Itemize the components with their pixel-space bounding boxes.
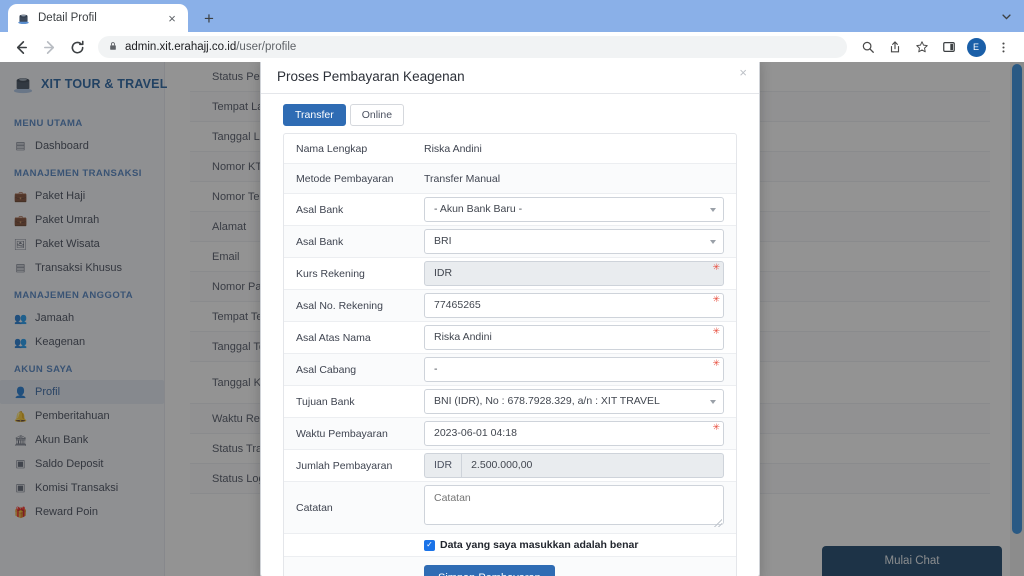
lock-icon — [108, 38, 118, 56]
chevron-down-icon[interactable] — [992, 3, 1020, 29]
field-label: Asal No. Rekening — [296, 299, 383, 312]
waktu-pembayaran-input[interactable]: 2023-06-01 04:18 — [424, 421, 724, 446]
confirm-checkbox-row[interactable]: ✓ Data yang saya masukkan adalah benar — [284, 534, 736, 557]
field-label: Kurs Rekening — [296, 267, 365, 280]
field-row-asal-cabang: Asal Cabang - ✳ — [284, 354, 736, 386]
asal-cabang-input[interactable]: - — [424, 357, 724, 382]
payment-method-tabs: Transfer Online — [283, 104, 737, 126]
required-indicator: ✳ — [712, 294, 720, 304]
tab-transfer[interactable]: Transfer — [283, 104, 346, 126]
field-label: Asal Atas Nama — [296, 331, 371, 344]
tab-online[interactable]: Online — [349, 104, 405, 126]
address-bar[interactable]: admin.xit.erahajj.co.id/user/profile — [98, 36, 847, 58]
field-control: 2023-06-01 04:18 ✳ — [424, 421, 724, 446]
page-viewport: XIT TOUR & TRAVEL MENU UTAMA ▤ Dashboard… — [0, 62, 1024, 576]
field-label: Nama Lengkap — [296, 142, 368, 155]
payment-modal: Proses Pembayaran Keagenan × Transfer On… — [260, 62, 760, 576]
field-label: Tujuan Bank — [296, 395, 355, 408]
field-row-asal-bank: Asal Bank BRI — [284, 226, 736, 258]
modal-body: Transfer Online Nama Lengkap Riska Andin… — [261, 94, 759, 576]
close-icon[interactable]: × — [164, 10, 180, 26]
field-row-jumlah-pembayaran: Jumlah Pembayaran IDR 2.500.000,00 — [284, 450, 736, 482]
field-row-metode-pembayaran: Metode Pembayaran Transfer Manual — [284, 164, 736, 194]
field-control: IDR 2.500.000,00 — [424, 453, 724, 478]
tujuan-bank-select[interactable]: BNI (IDR), No : 678.7928.329, a/n : XIT … — [424, 389, 724, 414]
field-control: 77465265 ✳ — [424, 293, 724, 318]
catatan-textarea[interactable] — [424, 485, 724, 525]
browser-window: Detail Profil × + admin.xit.erahajj.co.i… — [0, 0, 1024, 576]
chevron-down-icon — [710, 399, 716, 404]
payment-form: Nama Lengkap Riska Andini Metode Pembaya… — [283, 133, 737, 576]
catatan-wrap — [424, 485, 724, 529]
reload-icon[interactable] — [64, 34, 90, 60]
field-control: IDR ✳ — [424, 261, 724, 286]
field-label: Waktu Pembayaran — [296, 427, 388, 440]
currency-addon: IDR — [424, 453, 462, 478]
required-indicator: ✳ — [712, 358, 720, 368]
browser-toolbar: admin.xit.erahajj.co.id/user/profile E — [0, 32, 1024, 62]
field-value: Transfer Manual — [424, 172, 501, 185]
url-domain: admin.xit.erahajj.co.id — [125, 41, 237, 53]
field-control — [424, 485, 724, 530]
field-label: Asal Bank — [296, 203, 344, 216]
url-path: /user/profile — [236, 41, 297, 53]
field-control: - ✳ — [424, 357, 724, 382]
browser-tab[interactable]: Detail Profil × — [8, 4, 188, 32]
field-control: BRI — [424, 229, 724, 254]
field-label: Asal Cabang — [296, 363, 357, 376]
modal-header: Proses Pembayaran Keagenan × — [261, 62, 759, 94]
field-control: BNI (IDR), No : 678.7928.329, a/n : XIT … — [424, 389, 724, 414]
field-value: Riska Andini — [424, 142, 482, 155]
side-panel-icon[interactable] — [936, 34, 962, 60]
field-row-waktu-pembayaran: Waktu Pembayaran 2023-06-01 04:18 ✳ — [284, 418, 736, 450]
modal-title: Proses Pembayaran Keagenan — [277, 68, 465, 84]
required-indicator: ✳ — [712, 422, 720, 432]
zoom-icon[interactable] — [855, 34, 881, 60]
forward-icon[interactable] — [36, 34, 62, 60]
field-row-nama-lengkap: Nama Lengkap Riska Andini — [284, 134, 736, 164]
asal-bank-select[interactable]: BRI — [424, 229, 724, 254]
required-indicator: ✳ — [712, 326, 720, 336]
close-icon[interactable]: × — [739, 66, 747, 79]
asal-no-rekening-input[interactable]: 77465265 — [424, 293, 724, 318]
field-label: Catatan — [296, 501, 333, 514]
field-label: Jumlah Pembayaran — [296, 459, 393, 472]
confirm-checkbox-label: Data yang saya masukkan adalah benar — [440, 539, 639, 551]
browser-tab-title: Detail Profil — [38, 12, 97, 24]
submit-row: Simpan Pembayaran — [284, 557, 736, 576]
avatar: E — [966, 37, 986, 57]
chevron-down-icon — [710, 239, 716, 244]
address-bar-text: admin.xit.erahajj.co.id/user/profile — [125, 41, 296, 53]
confirm-checkbox[interactable]: ✓ — [424, 539, 435, 551]
share-icon[interactable] — [882, 34, 908, 60]
page-favicon-icon — [16, 11, 31, 26]
new-tab-button[interactable]: + — [196, 5, 222, 31]
kurs-rekening-input: IDR — [424, 261, 724, 286]
jumlah-pembayaran-input: 2.500.000,00 — [461, 453, 724, 478]
field-control: Riska Andini ✳ — [424, 325, 724, 350]
bookmark-star-icon[interactable] — [909, 34, 935, 60]
field-row-kurs-rekening: Kurs Rekening IDR ✳ — [284, 258, 736, 290]
field-row-catatan: Catatan — [284, 482, 736, 534]
resize-grip-icon[interactable] — [714, 519, 722, 527]
field-row-tujuan-bank: Tujuan Bank BNI (IDR), No : 678.7928.329… — [284, 386, 736, 418]
kebab-menu-icon[interactable] — [990, 34, 1016, 60]
field-control: - Akun Bank Baru - — [424, 197, 724, 222]
field-row-asal-no-rekening: Asal No. Rekening 77465265 ✳ — [284, 290, 736, 322]
back-icon[interactable] — [8, 34, 34, 60]
field-label: Metode Pembayaran — [296, 172, 394, 185]
asal-bank-akun-select[interactable]: - Akun Bank Baru - — [424, 197, 724, 222]
field-row-asal-bank-akun: Asal Bank - Akun Bank Baru - — [284, 194, 736, 226]
field-label: Asal Bank — [296, 235, 344, 248]
required-indicator: ✳ — [712, 262, 720, 272]
simpan-pembayaran-button[interactable]: Simpan Pembayaran — [424, 565, 555, 576]
field-row-asal-atas-nama: Asal Atas Nama Riska Andini ✳ — [284, 322, 736, 354]
jumlah-pembayaran-group: IDR 2.500.000,00 — [424, 453, 724, 478]
toolbar-actions: E — [855, 34, 1016, 60]
chevron-down-icon — [710, 207, 716, 212]
profile-avatar-icon[interactable]: E — [963, 34, 989, 60]
asal-atas-nama-input[interactable]: Riska Andini — [424, 325, 724, 350]
browser-tabstrip: Detail Profil × + — [0, 0, 1024, 32]
